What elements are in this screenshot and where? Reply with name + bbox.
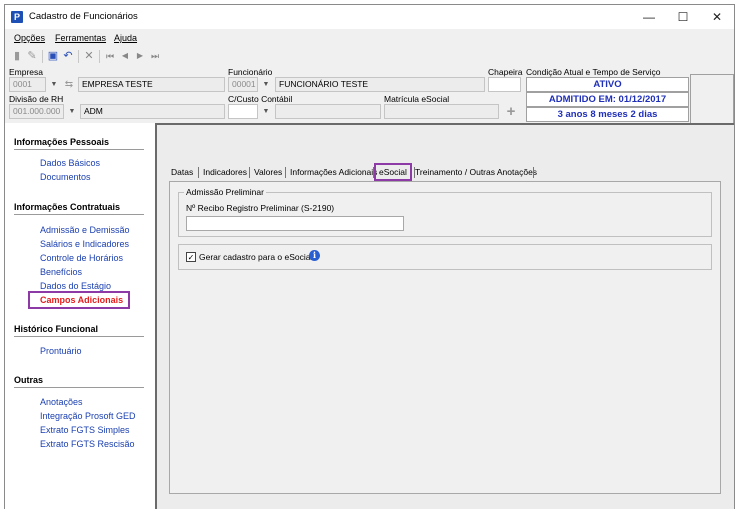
previous-record-icon[interactable]: ◀ (118, 49, 132, 63)
tab-separator (249, 167, 250, 178)
new-document-icon[interactable]: ▮ (10, 49, 24, 63)
menu-opcoes[interactable]: Opções (14, 33, 45, 43)
sidebar-item-admissao-demissao[interactable]: Admissão e Demissão (40, 225, 130, 235)
gerar-cadastro-checkbox[interactable]: ✓ (186, 252, 196, 262)
section-informacoes-pessoais: Informações Pessoais (14, 137, 110, 147)
main-content: Datas Indicadores Valores Informações Ad… (155, 123, 734, 509)
custo-name-field (275, 104, 381, 119)
undo-icon[interactable]: ↶ (61, 49, 75, 63)
divider (14, 214, 144, 215)
section-outras: Outras (14, 375, 44, 385)
tab-informacoes-adicionais[interactable]: Informações Adicionais (290, 165, 377, 179)
main-window: P Cadastro de Funcionários — ☐ ✕ Opções … (4, 4, 735, 510)
recibo-input[interactable] (186, 216, 404, 231)
close-button[interactable]: ✕ (700, 5, 734, 29)
sidebar-item-controle-horarios[interactable]: Controle de Horários (40, 253, 123, 263)
sidebar-item-salarios[interactable]: Salários e Indicadores (40, 239, 129, 249)
info-icon[interactable]: i (309, 250, 320, 261)
sidebar-item-campos-adicionais[interactable]: Campos Adicionais (40, 295, 123, 305)
condicao-label: Condição Atual e Tempo de Serviço (526, 67, 661, 77)
menu-ferramentas[interactable]: Ferramentas (55, 33, 106, 43)
chevron-down-icon[interactable]: ▼ (259, 104, 273, 119)
funcionario-code-field[interactable]: 00001 (228, 77, 258, 92)
section-historico-funcional: Histórico Funcional (14, 324, 99, 334)
edit-icon[interactable]: ✎ (25, 49, 39, 63)
sidebar-item-documentos[interactable]: Documentos (40, 172, 91, 182)
toolbar-separator (78, 50, 79, 63)
title-bar: P Cadastro de Funcionários — ☐ ✕ (5, 5, 734, 29)
next-record-icon[interactable]: ▶ (133, 49, 147, 63)
sidebar-item-anotacoes[interactable]: Anotações (40, 397, 83, 407)
empresa-code-field[interactable]: 0001 (9, 77, 46, 92)
divisao-name-field: ADM (80, 104, 225, 119)
sidebar-item-integracao-ged[interactable]: Integração Prosoft GED (40, 411, 136, 421)
tab-separator (533, 167, 534, 178)
group-title: Admissão Preliminar (184, 187, 266, 197)
divider (14, 387, 144, 388)
window-title: Cadastro de Funcionários (29, 11, 138, 22)
tab-separator (198, 167, 199, 178)
funcionario-label: Funcionário (228, 67, 273, 77)
divider (14, 149, 144, 150)
chapeira-input[interactable] (488, 77, 521, 92)
tab-datas[interactable]: Datas (171, 165, 193, 179)
empresa-label: Empresa (9, 67, 44, 77)
chevron-down-icon[interactable]: ▼ (47, 77, 61, 92)
gerar-cadastro-label: Gerar cadastro para o eSocial? (199, 252, 318, 262)
delete-icon[interactable]: ✕ (82, 49, 96, 63)
funcionario-name-field: FUNCIONÁRIO TESTE (275, 77, 485, 92)
tab-valores[interactable]: Valores (254, 165, 282, 179)
admission-date-badge: ADMITIDO EM: 01/12/2017 (526, 92, 689, 107)
tab-indicadores[interactable]: Indicadores (203, 165, 247, 179)
link-icon[interactable]: ⇆ (62, 77, 76, 92)
divisao-label: Divisão de RH (9, 94, 64, 104)
tab-treinamento[interactable]: Treinamento / Outras Anotações (415, 165, 537, 179)
custo-code-field[interactable] (228, 104, 258, 119)
custo-label: C/Custo Contábil (228, 94, 293, 104)
matricula-esocial-field (384, 104, 499, 119)
photo-panel (690, 74, 734, 126)
sidebar-item-extrato-fgts-rescisao[interactable]: Extrato FGTS Rescisão (40, 439, 135, 449)
sidebar-item-dados-basicos[interactable]: Dados Básicos (40, 158, 100, 168)
sidebar-item-dados-estagio[interactable]: Dados do Estágio (40, 281, 111, 291)
sidebar-item-prontuario[interactable]: Prontuário (40, 346, 82, 356)
toolbar-separator (99, 50, 100, 63)
chapeira-label: Chapeira (488, 67, 523, 77)
save-icon[interactable]: ▣ (46, 49, 60, 63)
menu-ajuda[interactable]: Ajuda (114, 33, 137, 43)
tab-esocial[interactable]: eSocial (379, 165, 407, 179)
gerar-cadastro-group: ✓ Gerar cadastro para o eSocial? i (178, 244, 712, 270)
status-ativo-badge: ATIVO (526, 77, 689, 92)
app-logo-icon: P (11, 11, 23, 23)
sidebar-item-extrato-fgts-simples[interactable]: Extrato FGTS Simples (40, 425, 130, 435)
sidebar: Informações Pessoais Dados Básicos Docum… (5, 123, 155, 510)
esocial-panel: Admissão Preliminar Nº Recibo Registro P… (169, 181, 721, 494)
first-record-icon[interactable]: ⏮ (103, 49, 117, 63)
tab-separator (285, 167, 286, 178)
chevron-down-icon[interactable]: ▼ (65, 104, 79, 119)
toolbar-separator (42, 50, 43, 63)
empresa-name-field: EMPRESA TESTE (78, 77, 225, 92)
minimize-button[interactable]: — (632, 5, 666, 29)
chevron-down-icon[interactable]: ▼ (259, 77, 273, 92)
last-record-icon[interactable]: ⏭ (148, 49, 162, 63)
menu-bar: Opções Ferramentas Ajuda (5, 30, 734, 46)
toolbar: ▮ ✎ ▣ ↶ ✕ ⏮ ◀ ▶ ⏭ (5, 47, 734, 67)
add-icon[interactable]: + (502, 104, 520, 119)
section-informacoes-contratuais: Informações Contratuais (14, 202, 121, 212)
recibo-label: Nº Recibo Registro Preliminar (S-2190) (186, 203, 335, 213)
service-time-badge: 3 anos 8 meses 2 dias (526, 107, 689, 122)
sidebar-item-beneficios[interactable]: Benefícios (40, 267, 82, 277)
divider (14, 336, 144, 337)
admissao-preliminar-group: Admissão Preliminar Nº Recibo Registro P… (178, 187, 712, 237)
divisao-code-field[interactable]: 001.000.000 (9, 104, 64, 119)
matricula-label: Matrícula eSocial (384, 94, 450, 104)
maximize-button[interactable]: ☐ (666, 5, 700, 29)
